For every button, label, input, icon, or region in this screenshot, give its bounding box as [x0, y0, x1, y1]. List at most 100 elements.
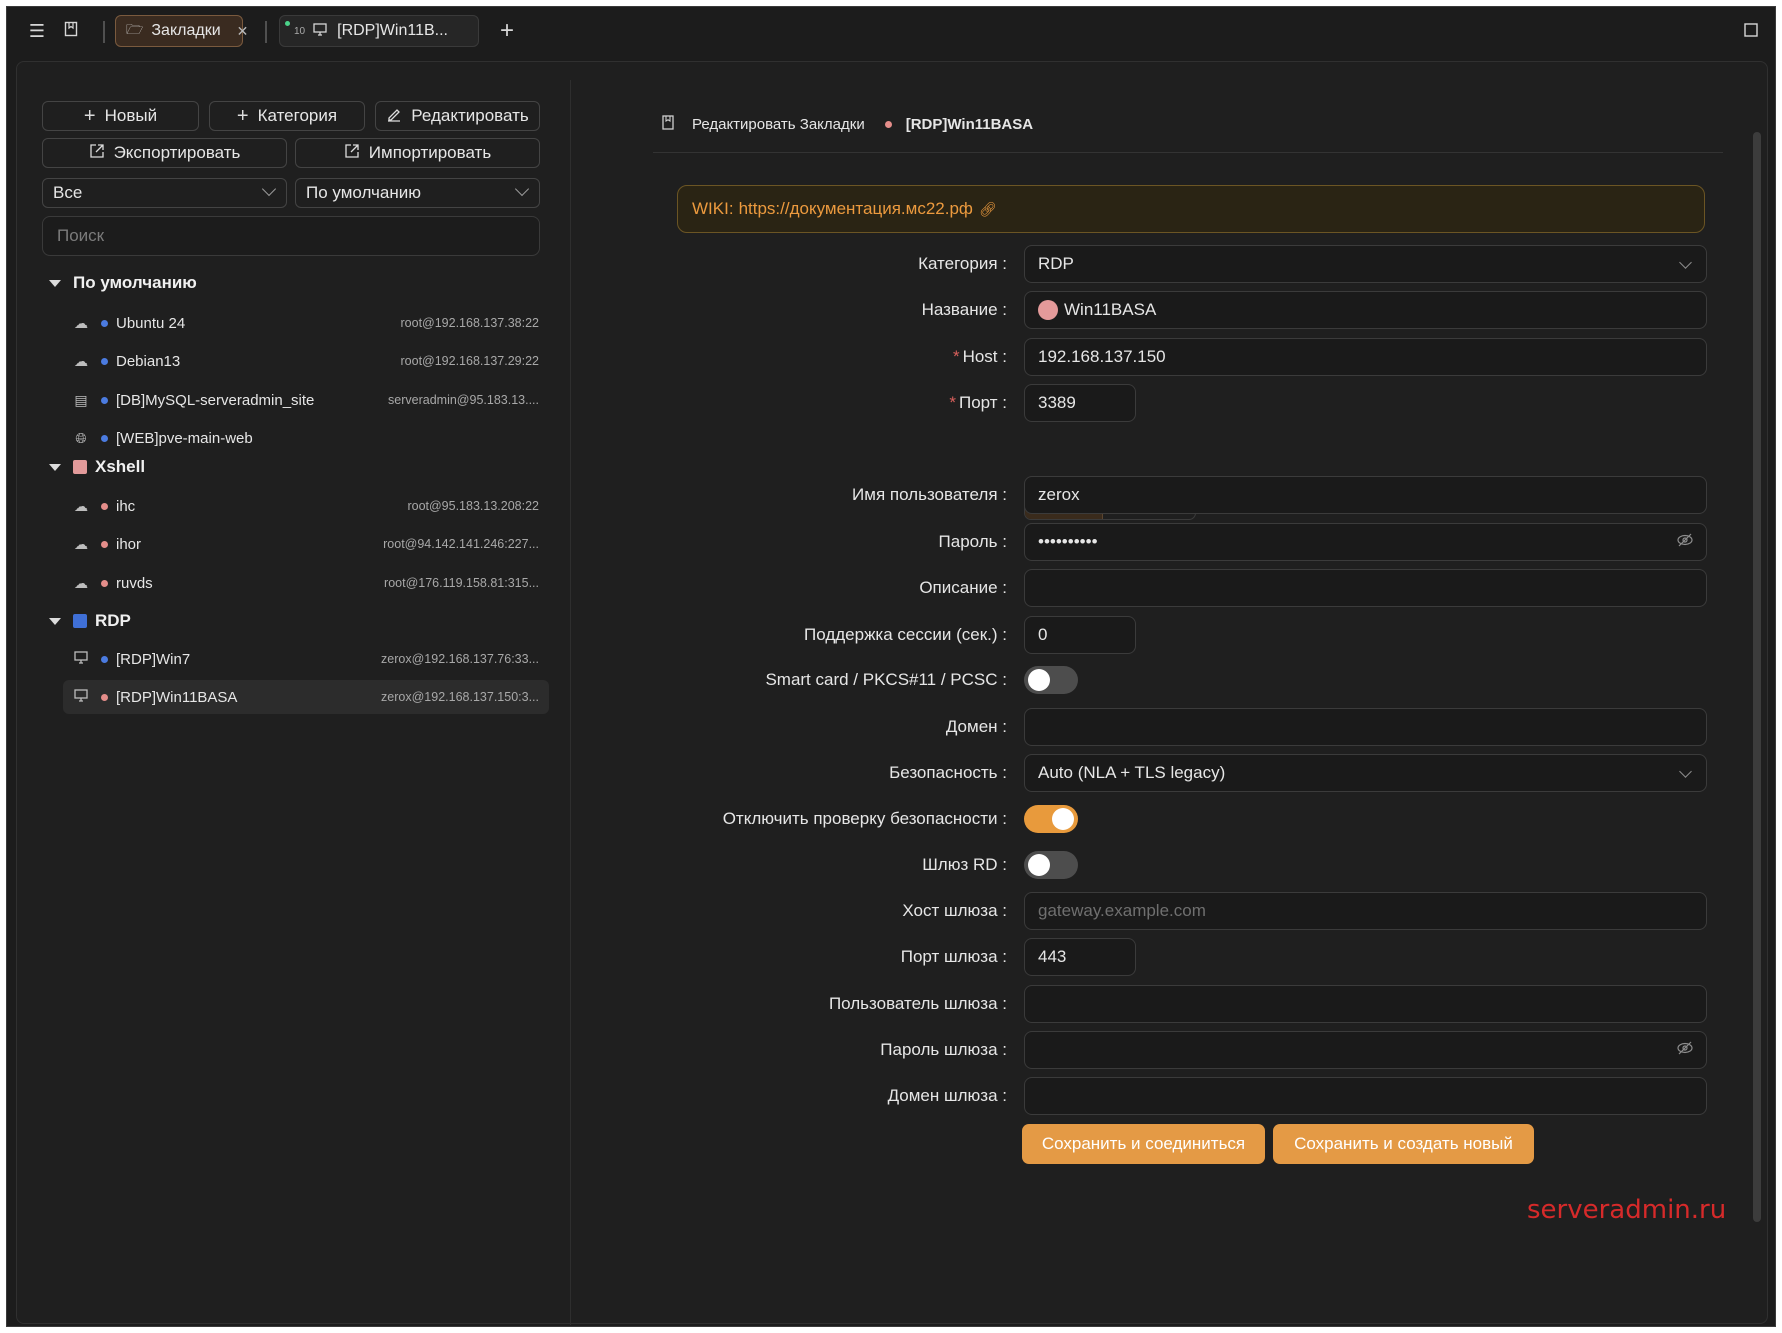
- group-name: Xshell: [95, 457, 146, 476]
- maximize-icon[interactable]: [1739, 19, 1763, 43]
- bookmark-name: ihc: [116, 497, 136, 515]
- gateway-port-input[interactable]: 443: [1024, 938, 1136, 976]
- bookmarks-panel: + Новый + Категория Редактировать Экспор…: [16, 61, 1768, 1325]
- chevron-down-icon: [261, 181, 277, 197]
- wiki-link[interactable]: https://документация.мс22.рф: [739, 199, 973, 219]
- group-rdp[interactable]: RDP: [49, 608, 131, 634]
- breadcrumb-parent[interactable]: Редактировать Закладки: [692, 116, 865, 133]
- password-input[interactable]: ••••••••••: [1024, 523, 1707, 561]
- bookmark-icon[interactable]: [59, 19, 83, 43]
- security-field-label: Безопасность :: [889, 763, 1007, 782]
- password-value: ••••••••••: [1038, 532, 1098, 551]
- edit-button[interactable]: Редактировать: [375, 101, 540, 131]
- tab-rdp-session[interactable]: 10 [RDP]Win11B...: [279, 15, 479, 47]
- bookmark-name: Ubuntu 24: [116, 314, 186, 332]
- color-dot: [101, 655, 108, 663]
- cloud-icon: ☁: [74, 535, 88, 552]
- color-dot: [101, 693, 108, 701]
- cloud-icon: ☁: [74, 574, 88, 591]
- gateway-user-field-label: Пользователь шлюза :: [828, 994, 1007, 1013]
- security-value: Auto (NLA + TLS legacy): [1038, 763, 1226, 782]
- plus-icon: +: [236, 105, 249, 127]
- host-input[interactable]: 192.168.137.150: [1024, 338, 1707, 376]
- description-field-label: Описание :: [919, 578, 1007, 597]
- eye-off-icon[interactable]: [1676, 1040, 1694, 1061]
- status-dot: [285, 21, 290, 26]
- add-tab-icon[interactable]: +: [495, 19, 519, 43]
- ignore-cert-toggle[interactable]: [1024, 805, 1078, 833]
- tab-bar: ☰ 🗁 Закладки ✕ 10 [RDP]Win11B... +: [7, 7, 1775, 55]
- tab-separator: [103, 21, 105, 43]
- keepalive-value: 0: [1038, 625, 1048, 644]
- tab-count: 10: [294, 25, 306, 37]
- breadcrumb-current: [RDP]Win11BASA: [905, 115, 1034, 133]
- name-input[interactable]: Win11BASA: [1024, 291, 1707, 329]
- bookmark-name: ihor: [116, 535, 142, 553]
- pencil-icon: [386, 106, 402, 127]
- category-select[interactable]: RDP: [1024, 245, 1707, 283]
- name-field-label: Название :: [921, 300, 1007, 319]
- bookmark-name: [DB]MySQL-serveradmin_site: [116, 391, 315, 409]
- import-label: Импортировать: [368, 143, 492, 162]
- cloud-icon: ☁: [74, 314, 88, 331]
- color-dot: [101, 357, 108, 365]
- add-category-button[interactable]: + Категория: [209, 101, 365, 131]
- new-label: Новый: [104, 106, 158, 125]
- username-field-label: Имя пользователя :: [852, 485, 1007, 504]
- globe-icon: 🌐︎: [75, 429, 87, 446]
- port-input[interactable]: 3389: [1024, 384, 1136, 422]
- category-field-label: Категория :: [918, 254, 1007, 273]
- sort-value: По умолчанию: [306, 183, 421, 202]
- bookmark-icon: [662, 114, 674, 134]
- caret-down-icon: [49, 617, 61, 625]
- gateway-port-value: 443: [1038, 947, 1067, 966]
- toggle-knob: [1052, 808, 1074, 830]
- bookmark-name: ruvds: [116, 574, 153, 592]
- tab-bookmarks[interactable]: 🗁 Закладки ✕: [115, 15, 248, 47]
- password-field-label: Пароль :: [938, 532, 1007, 551]
- bookmark-name: [RDP]Win7: [116, 650, 191, 668]
- gateway-password-input[interactable]: [1024, 1031, 1707, 1069]
- eye-off-icon[interactable]: [1676, 532, 1694, 553]
- keepalive-input[interactable]: 0: [1024, 616, 1136, 654]
- new-bookmark-button[interactable]: + Новый: [42, 101, 199, 131]
- chevron-down-icon: [1679, 765, 1692, 778]
- host-field-label: * Host :: [952, 347, 1007, 366]
- close-icon[interactable]: ✕: [237, 23, 249, 40]
- scrollbar[interactable]: [1753, 132, 1761, 1222]
- smartcard-toggle[interactable]: [1024, 666, 1078, 694]
- filter-select[interactable]: Все: [42, 178, 287, 208]
- color-dot: [101, 540, 108, 548]
- wiki-prefix: WIKI:: [692, 199, 734, 218]
- cloud-icon: ☁: [74, 497, 88, 514]
- caret-down-icon: [49, 463, 61, 471]
- color-dot: [101, 434, 108, 442]
- bookmark-item[interactable]: 🌐︎ [WEB]pve-main-web: [63, 421, 549, 455]
- link-icon[interactable]: 🔗︎: [979, 201, 997, 218]
- security-select[interactable]: Auto (NLA + TLS legacy): [1024, 754, 1707, 792]
- group-default[interactable]: По умолчанию: [49, 270, 197, 296]
- ignore-cert-field-label: Отключить проверку безопасности :: [722, 809, 1007, 828]
- group-xshell[interactable]: Xshell: [49, 454, 145, 480]
- domain-input[interactable]: [1024, 708, 1707, 746]
- gateway-user-input[interactable]: [1024, 985, 1707, 1023]
- group-color-swatch: [73, 460, 87, 474]
- sort-select[interactable]: По умолчанию: [295, 178, 540, 208]
- export-button[interactable]: Экспортировать: [42, 138, 287, 168]
- description-input[interactable]: [1024, 569, 1707, 607]
- gateway-toggle[interactable]: [1024, 851, 1078, 879]
- menu-icon[interactable]: ☰: [25, 19, 49, 43]
- import-button[interactable]: Импортировать: [295, 138, 540, 168]
- gateway-domain-input[interactable]: [1024, 1077, 1707, 1115]
- username-input[interactable]: zerox: [1024, 476, 1707, 514]
- chevron-down-icon: [514, 181, 530, 197]
- name-value: Win11BASA: [1064, 300, 1157, 319]
- gateway-host-input[interactable]: gateway.example.com: [1024, 892, 1707, 930]
- color-picker[interactable]: [1038, 300, 1058, 320]
- domain-field-label: Домен :: [945, 717, 1007, 736]
- bookmark-name: Debian13: [116, 352, 181, 370]
- tab-label: [RDP]Win11B...: [337, 22, 448, 39]
- save-and-new-button[interactable]: Сохранить и создать новый: [1273, 1124, 1534, 1164]
- save-and-connect-button[interactable]: Сохранить и соединиться: [1022, 1124, 1265, 1164]
- color-dot: [101, 579, 108, 587]
